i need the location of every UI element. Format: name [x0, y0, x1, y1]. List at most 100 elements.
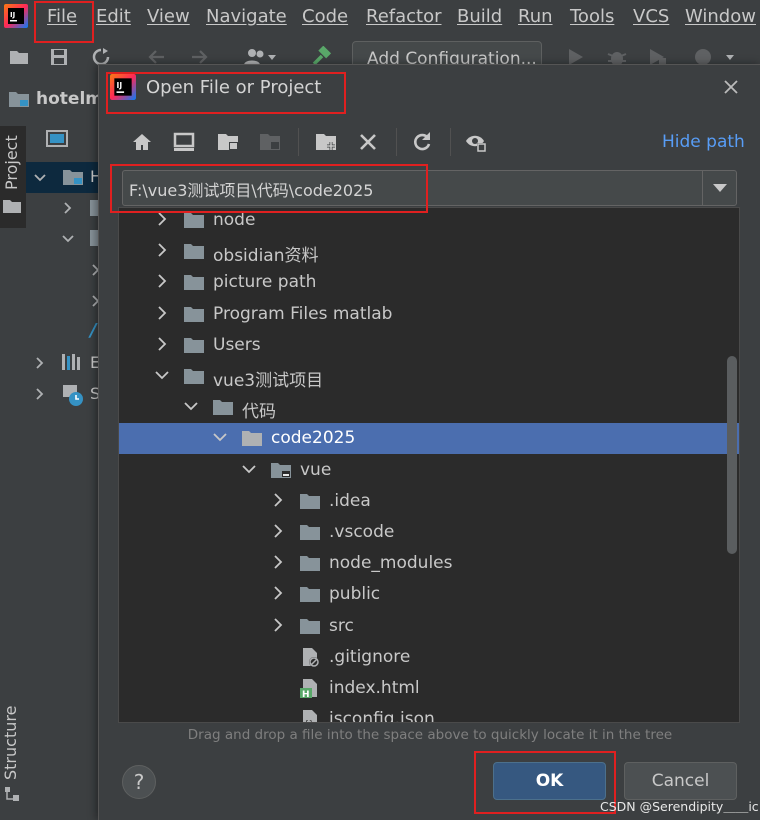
project-name[interactable]: hotelm [36, 89, 103, 109]
menu-edit[interactable]: Edit [96, 6, 131, 27]
chevron-right-icon[interactable] [34, 388, 46, 400]
folder-icon [242, 431, 262, 447]
home-icon[interactable] [130, 130, 154, 154]
project-directory-icon[interactable] [216, 130, 240, 154]
tree-row[interactable]: 代码 [119, 392, 739, 423]
path-history-dropdown[interactable] [702, 171, 736, 205]
tree-row-label: jsconfig.json [329, 709, 435, 723]
tree-row[interactable]: Program Files matlab [119, 299, 739, 330]
chevron-right-icon[interactable] [62, 202, 74, 214]
tree-row[interactable]: obsidian资料 [119, 236, 739, 267]
menu-refactor[interactable]: Refactor [366, 6, 442, 27]
cancel-button[interactable]: Cancel [624, 762, 737, 800]
tree-row[interactable]: src [119, 611, 739, 642]
menu-run[interactable]: Run [518, 6, 553, 27]
tree-row[interactable]: public [119, 579, 739, 610]
chevron-down-icon[interactable] [155, 368, 169, 382]
scratches-icon [63, 385, 83, 406]
tree-row-label: node_modules [329, 553, 453, 574]
tree-row[interactable]: vue3测试项目 [119, 361, 739, 392]
chevron-right-icon[interactable] [155, 212, 169, 226]
tree-row-label: .gitignore [329, 646, 411, 667]
chevron-down-icon[interactable] [62, 233, 74, 245]
tree-row-label: 代码 [242, 402, 276, 423]
delete-icon[interactable] [356, 130, 380, 154]
open-folder-icon[interactable] [8, 46, 30, 68]
folder-icon [300, 493, 320, 509]
html-file-icon: H [300, 679, 317, 698]
highlight-box-ok [474, 751, 616, 814]
chevron-right-icon[interactable] [155, 274, 169, 289]
tree-row[interactable]: picture path [119, 267, 739, 298]
refresh-icon[interactable] [410, 130, 434, 154]
tree-row[interactable]: .vscode [119, 517, 739, 548]
tree-row-label: .vscode [329, 522, 395, 542]
json-file-icon: {} [303, 710, 317, 722]
chevron-down-icon [713, 184, 727, 192]
chevron-right-icon[interactable] [34, 357, 46, 369]
tree-row-label: Program Files matlab [213, 303, 393, 324]
chevron-right-icon[interactable] [271, 493, 285, 507]
folder-icon [184, 244, 204, 260]
menu-window[interactable]: Window [685, 6, 756, 27]
folder-icon [300, 525, 320, 540]
folder-icon [184, 213, 204, 228]
file-tree[interactable]: node obsidian资料 picture path Program Files … [118, 207, 740, 723]
chevron-down-icon[interactable] [213, 430, 227, 444]
close-icon[interactable] [723, 79, 739, 95]
tree-row-label: vue [300, 459, 332, 480]
tree-row[interactable]: {} jsconfig.json [119, 704, 739, 723]
folder-icon [184, 275, 204, 291]
menu-navigate[interactable]: Navigate [206, 6, 287, 27]
external-libraries-icon [62, 354, 80, 370]
new-folder-icon[interactable] [314, 130, 338, 154]
chevron-right-icon[interactable] [155, 337, 169, 351]
project-folder-icon [63, 170, 83, 185]
folder-icon [90, 230, 98, 246]
chevron-right-icon[interactable] [271, 524, 285, 538]
tree-row[interactable]: code2025 [119, 423, 739, 455]
menu-build[interactable]: Build [457, 6, 502, 27]
tree-row-label: index.html [329, 678, 420, 698]
intellij-logo-icon: IJ [4, 4, 28, 28]
folder-icon [300, 618, 320, 634]
chevron-down-icon[interactable] [184, 399, 198, 413]
toolbar-separator [298, 128, 299, 156]
save-icon[interactable] [48, 46, 70, 68]
highlight-box-path [110, 164, 428, 213]
tree-scrollbar[interactable] [727, 356, 737, 554]
tree-row[interactable]: .idea [119, 486, 739, 517]
tree-row[interactable]: .gitignore [119, 642, 739, 673]
chevron-right-icon[interactable] [271, 586, 285, 601]
chevron-right-icon[interactable] [271, 617, 285, 632]
tree-row[interactable]: Users [119, 330, 739, 361]
tree-row-label: src [329, 615, 354, 636]
folder-icon [90, 200, 98, 216]
tree-row[interactable]: node_modules [119, 548, 739, 579]
module-directory-icon[interactable] [258, 130, 282, 154]
chevron-right-icon[interactable] [155, 243, 169, 257]
file-icon: / [90, 320, 97, 341]
project-tool-tab[interactable]: Project [0, 126, 26, 228]
project-panel: H / E S [26, 120, 102, 819]
highlight-box-file-menu [34, 1, 94, 43]
chevron-down-icon[interactable] [242, 462, 256, 476]
menu-vcs[interactable]: VCS [633, 6, 669, 27]
hide-path-link[interactable]: Hide path [662, 132, 745, 152]
structure-tab-label[interactable]: Structure [1, 706, 20, 780]
structure-icon[interactable] [3, 785, 21, 803]
view-selector-icon[interactable] [46, 130, 68, 148]
tree-row[interactable]: vue [119, 455, 739, 486]
desktop-icon[interactable] [172, 130, 196, 154]
menu-tools[interactable]: Tools [570, 6, 614, 27]
folder-icon [300, 587, 320, 603]
help-button[interactable]: ? [122, 765, 156, 799]
menu-view[interactable]: View [147, 6, 190, 27]
tree-row[interactable]: Hindex.html [119, 673, 739, 704]
project-tree-row-selected[interactable]: H [26, 162, 102, 193]
menu-code[interactable]: Code [302, 6, 348, 27]
chevron-right-icon[interactable] [271, 555, 285, 569]
chevron-right-icon[interactable] [155, 305, 169, 320]
chevron-down-icon[interactable] [34, 172, 46, 184]
show-hidden-files-icon[interactable] [464, 130, 488, 154]
